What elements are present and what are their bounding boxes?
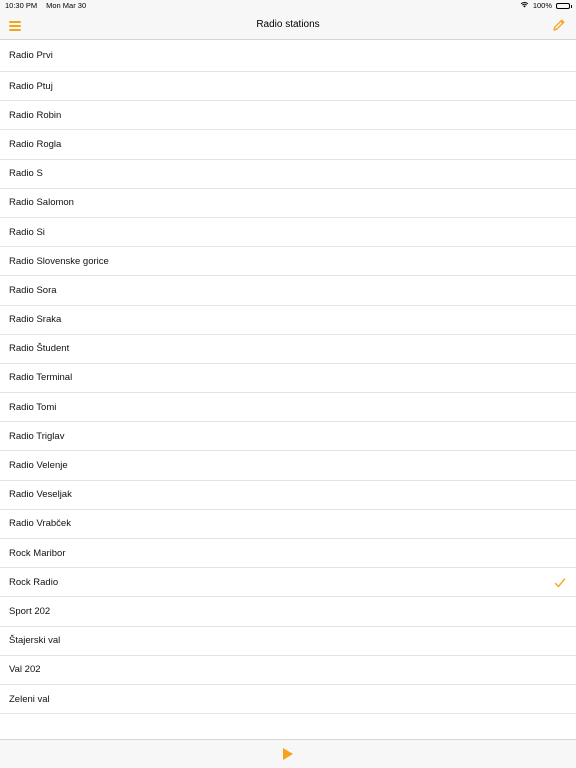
station-row[interactable]: Radio Prvi bbox=[0, 40, 576, 72]
wifi-icon bbox=[520, 1, 529, 10]
station-row[interactable]: Radio S bbox=[0, 160, 576, 189]
station-label: Rock Maribor bbox=[9, 547, 66, 559]
station-label: Sport 202 bbox=[9, 605, 51, 617]
pencil-icon[interactable] bbox=[552, 18, 566, 32]
station-row[interactable]: Radio Vrabček bbox=[0, 510, 576, 539]
station-row[interactable]: Radio Velenje bbox=[0, 451, 576, 481]
status-right: 100% bbox=[520, 1, 572, 10]
station-label: Radio Vrabček bbox=[9, 518, 71, 530]
status-left: 10:30 PM Mon Mar 30 bbox=[5, 1, 86, 10]
status-time: 10:30 PM bbox=[5, 1, 38, 10]
station-label: Radio Študent bbox=[9, 343, 70, 355]
station-row[interactable]: Radio Ptuj bbox=[0, 72, 576, 102]
battery-percent: 100% bbox=[532, 1, 552, 10]
station-row[interactable]: Radio Slovenske gorice bbox=[0, 247, 576, 277]
station-label: Rock Radio bbox=[9, 576, 59, 588]
station-label: Radio Velenje bbox=[9, 460, 68, 472]
station-label: Radio Prvi bbox=[9, 50, 53, 61]
station-row[interactable]: Štajerski val bbox=[0, 627, 576, 656]
station-row[interactable]: Radio Tomi bbox=[0, 393, 576, 423]
status-bar: 10:30 PM Mon Mar 30 100% bbox=[0, 0, 576, 12]
station-row[interactable]: Sport 202 bbox=[0, 597, 576, 627]
station-row[interactable]: Radio Terminal bbox=[0, 364, 576, 394]
station-row[interactable]: Radio Triglav bbox=[0, 422, 576, 452]
status-date: Mon Mar 30 bbox=[46, 1, 87, 10]
station-row[interactable]: Rock Maribor bbox=[0, 539, 576, 569]
station-label: Radio Ptuj bbox=[9, 80, 53, 92]
station-label: Radio Salomon bbox=[9, 197, 74, 209]
station-row[interactable]: Rock Radio bbox=[0, 568, 576, 598]
station-row[interactable]: Radio Robin bbox=[0, 101, 576, 131]
station-label: Zeleni val bbox=[9, 693, 50, 705]
navigation-bar: Radio stations bbox=[0, 12, 576, 40]
station-row[interactable]: Radio Salomon bbox=[0, 189, 576, 218]
station-label: Radio Terminal bbox=[9, 372, 73, 384]
station-row[interactable]: Radio Sraka bbox=[0, 306, 576, 335]
station-row[interactable]: Radio Veseljak bbox=[0, 481, 576, 510]
page-title: Radio stations bbox=[256, 19, 320, 30]
station-label: Radio Tomi bbox=[9, 401, 57, 413]
station-label: Val 202 bbox=[9, 664, 41, 676]
station-label: Radio Sraka bbox=[9, 314, 62, 326]
station-row[interactable]: Zeleni val bbox=[0, 685, 576, 715]
station-row[interactable]: Radio Si bbox=[0, 218, 576, 248]
station-list: Radio Prvi Radio Ptuj Radio Robin Radio Rog… bbox=[0, 40, 576, 740]
station-label: Radio Veseljak bbox=[9, 489, 72, 501]
station-row[interactable]: Radio Študent bbox=[0, 335, 576, 364]
station-label: Radio Robin bbox=[9, 109, 62, 121]
station-label: Radio S bbox=[9, 168, 43, 180]
bottom-toolbar bbox=[0, 739, 576, 768]
checkmark-icon bbox=[554, 576, 566, 588]
station-label: Radio Triglav bbox=[9, 430, 65, 442]
station-label: Radio Sora bbox=[9, 284, 57, 296]
battery-icon bbox=[556, 2, 572, 9]
play-icon[interactable] bbox=[282, 747, 294, 761]
station-row[interactable]: Val 202 bbox=[0, 656, 576, 685]
station-label: Štajerski val bbox=[9, 635, 61, 647]
station-label: Radio Slovenske gorice bbox=[9, 255, 109, 267]
station-row[interactable]: Radio Sora bbox=[0, 276, 576, 306]
station-row[interactable]: Radio Rogla bbox=[0, 130, 576, 160]
station-label: Radio Rogla bbox=[9, 138, 62, 150]
station-label: Radio Si bbox=[9, 226, 45, 238]
